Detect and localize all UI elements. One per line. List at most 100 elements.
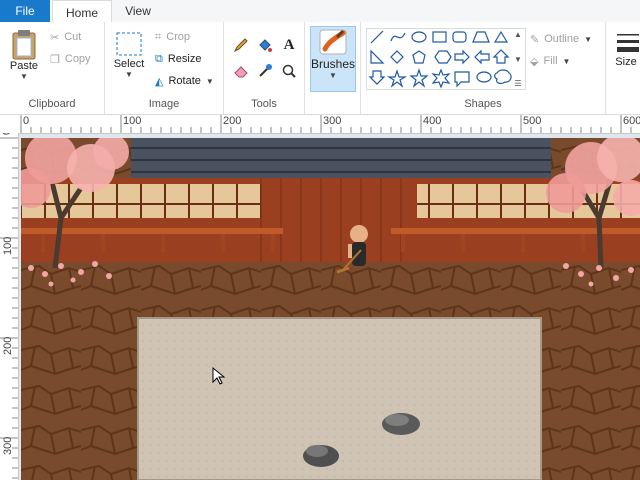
fill-bucket-icon[interactable] xyxy=(256,36,274,54)
polygon-shape-icon xyxy=(472,31,490,43)
cut-label: Cut xyxy=(64,31,82,43)
rotate-label: Rotate xyxy=(168,75,201,87)
tab-view[interactable]: View xyxy=(114,0,162,22)
brushes-button[interactable]: Brushes ▼ xyxy=(310,26,356,92)
paste-label: Paste xyxy=(9,60,39,72)
pencil-icon[interactable] xyxy=(232,36,250,54)
ruler-h-label: 200 xyxy=(223,115,242,127)
image-group: Select ▼ ⌗ Crop ⧉ Resize ◭ Rotate ▼ Imag… xyxy=(105,22,224,114)
drawing-canvas[interactable] xyxy=(21,138,640,480)
ruler-h-label: 300 xyxy=(323,115,342,127)
callout-cloud-icon xyxy=(494,69,512,85)
oval-shape-icon xyxy=(411,31,427,43)
brush-icon xyxy=(319,29,347,55)
chevron-up-icon[interactable]: ▲ xyxy=(514,30,522,39)
chevron-down-icon: ▼ xyxy=(329,71,337,80)
crop-icon: ⌗ xyxy=(155,30,162,43)
copy-button[interactable]: ❐ Copy xyxy=(50,50,91,68)
canvas-area[interactable] xyxy=(19,134,640,480)
size-label: Size xyxy=(615,56,637,68)
ruler-h-label: 500 xyxy=(523,115,542,127)
shapes-gallery xyxy=(366,28,526,90)
crop-button[interactable]: ⌗ Crop xyxy=(155,28,190,46)
brushes-label: Brushes xyxy=(310,57,356,71)
vertical-ruler-ticks xyxy=(0,137,18,479)
five-point-star-icon xyxy=(409,68,429,88)
eraser-icon[interactable] xyxy=(232,62,250,80)
tab-home[interactable]: Home xyxy=(52,0,112,24)
callout-rect-icon xyxy=(454,71,470,88)
ruler-h-label: 400 xyxy=(423,115,442,127)
chevron-down-icon: ▼ xyxy=(562,56,571,66)
ruler-v-label: 100 xyxy=(2,236,14,255)
ruler-h-label: 100 xyxy=(123,115,142,127)
image-group-label: Image xyxy=(148,98,180,110)
left-arrow-shape-icon xyxy=(474,49,490,65)
crop-label: Crop xyxy=(166,31,191,43)
select-label: Select xyxy=(113,58,145,70)
ruler-h-label: 600 xyxy=(623,115,640,127)
tab-file[interactable]: File xyxy=(0,0,50,22)
magnifier-icon[interactable] xyxy=(280,62,298,80)
pentagon-shape-icon xyxy=(412,50,426,64)
outline-label: Outline xyxy=(544,33,580,45)
size-button[interactable]: Size xyxy=(612,30,640,68)
garden-rock-1 xyxy=(382,413,420,435)
resize-button[interactable]: ⧉ Resize xyxy=(155,50,201,68)
diamond-shape-icon xyxy=(390,50,404,64)
paste-button[interactable]: Paste ▼ xyxy=(6,28,42,81)
chevron-down-icon: ▼ xyxy=(20,72,28,81)
ribbon: Paste ▼ ✂ Cut ❐ Copy Clipboard Select ▼ … xyxy=(0,22,640,115)
resize-icon: ⧉ xyxy=(155,52,163,65)
chevron-down-icon[interactable]: ▼ xyxy=(514,55,522,64)
fill-icon: ⬙ xyxy=(530,55,539,68)
fill-button[interactable]: ⬙ Fill ▼ xyxy=(530,52,570,70)
ribbon-tab-bar: File Home View xyxy=(0,0,640,24)
four-point-star-icon xyxy=(386,69,408,88)
ruler-h-label: 0 xyxy=(23,115,30,127)
paste-icon xyxy=(12,30,36,60)
copy-label: Copy xyxy=(64,53,91,65)
down-arrow-shape-icon xyxy=(368,70,386,85)
callout-oval-icon xyxy=(476,71,492,83)
size-icon xyxy=(617,34,639,52)
outline-button[interactable]: ✎ Outline ▼ xyxy=(530,30,592,48)
canvas-image xyxy=(21,138,640,480)
outline-icon: ✎ xyxy=(530,33,540,46)
right-arrow-shape-icon xyxy=(454,49,470,65)
text-tool-icon[interactable]: A xyxy=(280,36,298,54)
up-arrow-shape-icon xyxy=(492,49,510,64)
chevron-down-icon: ▼ xyxy=(205,76,214,86)
triangle-shape-icon xyxy=(493,30,509,43)
rectangle-shape-icon xyxy=(432,31,447,43)
chevron-down-icon: ▼ xyxy=(125,70,133,79)
clipboard-group: Paste ▼ ✂ Cut ❐ Copy Clipboard xyxy=(0,22,105,114)
fill-label: Fill xyxy=(543,55,558,67)
shapes-gallery-icons xyxy=(368,30,512,89)
zen-sand-garden xyxy=(137,317,542,480)
select-icon xyxy=(116,32,142,56)
ruler-corner xyxy=(0,115,20,134)
ruler-v-label: 200 xyxy=(2,336,14,355)
hexagon-shape-icon xyxy=(434,50,452,64)
expand-gallery-icon[interactable]: ☰ xyxy=(514,79,521,88)
resize-label: Resize xyxy=(167,53,202,65)
shapes-group-label: Shapes xyxy=(464,98,502,110)
rotate-button[interactable]: ◭ Rotate ▼ xyxy=(155,72,214,90)
chevron-down-icon: ▼ xyxy=(584,34,592,44)
garden-rock-2 xyxy=(303,445,339,467)
ruler-v-label: 0 xyxy=(1,133,13,135)
vertical-ruler: 0 100 200 300 xyxy=(0,133,19,480)
tools-group: A Tools xyxy=(224,22,305,114)
color-picker-icon[interactable] xyxy=(256,62,274,80)
line-shape-icon xyxy=(370,30,384,44)
ruler-v-label: 300 xyxy=(2,436,14,455)
rotate-icon: ◭ xyxy=(155,75,164,88)
shapes-scroll[interactable]: ▲ ▼ ☰ xyxy=(512,30,524,88)
copy-icon: ❐ xyxy=(50,53,60,66)
cut-button[interactable]: ✂ Cut xyxy=(50,28,81,46)
rounded-rectangle-shape-icon xyxy=(452,31,467,43)
select-button[interactable]: Select ▼ xyxy=(109,30,149,79)
six-point-star-icon xyxy=(431,68,451,89)
right-triangle-shape-icon xyxy=(370,49,385,64)
